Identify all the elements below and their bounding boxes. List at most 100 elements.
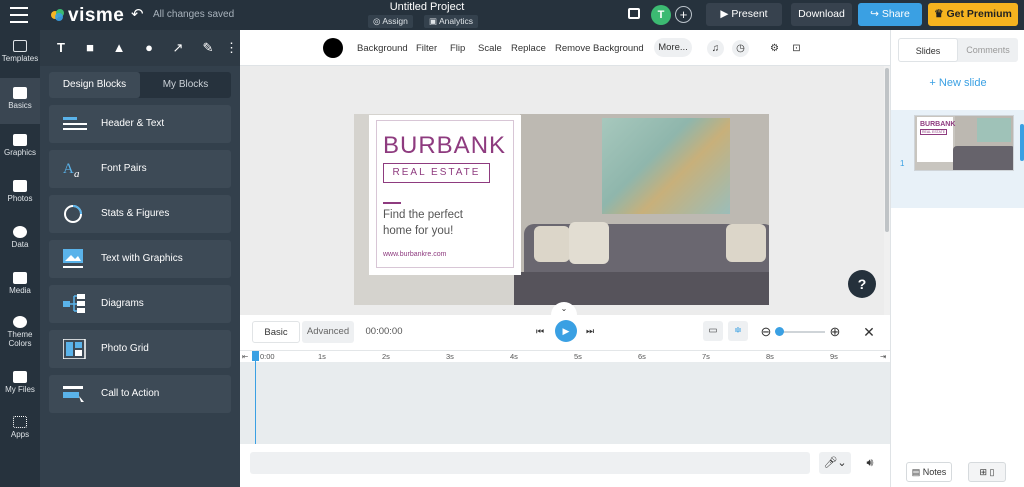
present-button[interactable]: ▶ Present [706, 3, 782, 26]
avatar[interactable]: T [651, 5, 671, 25]
slide-thumbnail-row[interactable]: BURBANK REAL ESTATE 1 [891, 110, 1024, 208]
timeline-ruler[interactable]: ⇤ 0:00 1s 2s 3s 4s 5s 6s 7s 8s 9s ⇥ [240, 350, 890, 362]
help-button[interactable]: ? [848, 270, 876, 298]
svg-text:a: a [74, 168, 80, 179]
tab-comments[interactable]: Comments [958, 38, 1018, 62]
block-font-pairs[interactable]: Aa Font Pairs [49, 150, 231, 188]
square-tool-icon[interactable]: ■ [83, 41, 97, 55]
nav-templates[interactable]: Templates [0, 40, 40, 78]
tick-label: 9s [830, 352, 838, 361]
flip-button[interactable]: Flip [450, 43, 465, 54]
remove-background-button[interactable]: Remove Background [555, 43, 644, 54]
view-toggle[interactable]: ⊞ ▯ [968, 462, 1006, 482]
stats-figures-icon [64, 205, 82, 223]
text-tool-icon[interactable]: T [54, 41, 68, 55]
slide-tagline[interactable]: Find the perfect home for you! [383, 207, 483, 239]
notes-button[interactable]: ▤ Notes [906, 462, 952, 482]
zoom-out-icon[interactable]: ⊖ [759, 321, 773, 343]
ruler-end-icon[interactable]: ⇥ [880, 352, 886, 361]
triangle-tool-icon[interactable]: ▲ [112, 41, 126, 55]
tick-label: 0:00 [260, 352, 275, 361]
slide-brand-title[interactable]: BURBANK [383, 132, 506, 160]
background-button[interactable]: Background [357, 43, 408, 54]
speaker-icon[interactable]: 🔊︎ [860, 453, 880, 473]
timer-icon[interactable]: ◷ [732, 40, 749, 57]
zoom-slider[interactable] [775, 327, 825, 336]
slide-url[interactable]: www.burbankre.com [383, 251, 446, 258]
share-button[interactable]: ↪ Share [858, 3, 922, 26]
filter-button[interactable]: Filter [416, 43, 437, 54]
close-timeline-icon[interactable]: ✕ [862, 321, 876, 343]
thumb-subtitle: REAL ESTATE [920, 129, 948, 135]
blocks-tabs: Design Blocks My Blocks [49, 72, 231, 98]
block-header-text[interactable]: Header & Text [49, 105, 231, 143]
skip-back-icon[interactable]: ⏮ [536, 326, 544, 337]
block-photo-grid[interactable]: Photo Grid [49, 330, 231, 368]
filter-settings-icon[interactable]: ≑ [728, 321, 748, 341]
slide-subtitle[interactable]: REAL ESTATE [383, 163, 490, 183]
scrollbar-thumb[interactable] [885, 68, 889, 232]
tick-label: 1s [318, 352, 326, 361]
settings-icon[interactable]: ⚙ [766, 40, 783, 57]
nav-theme-colors[interactable]: Theme Colors [0, 316, 40, 360]
tab-advanced[interactable]: Advanced [302, 321, 354, 343]
play-button[interactable]: ▶ [555, 320, 577, 342]
microphone-icon[interactable]: 🎤︎⌄ [819, 452, 851, 474]
more-button[interactable]: More... [654, 38, 692, 57]
new-slide-button[interactable]: + New slide [891, 77, 1024, 89]
nav-media[interactable]: Media [0, 272, 40, 308]
skip-forward-icon[interactable]: ⏭ [586, 326, 594, 337]
slide-divider [383, 202, 401, 204]
nav-data[interactable]: Data [0, 226, 40, 262]
nav-photos[interactable]: Photos [0, 180, 40, 216]
list-view-icon[interactable]: ▯ [990, 467, 995, 477]
theme-colors-icon [13, 316, 27, 328]
templates-icon [13, 40, 27, 52]
nav-basics[interactable]: Basics [0, 78, 40, 124]
block-stats-figures[interactable]: Stats & Figures [49, 195, 231, 233]
add-collaborator-icon[interactable]: + [675, 6, 692, 23]
pen-tool-icon[interactable]: ✎ [201, 41, 215, 55]
tab-design-blocks[interactable]: Design Blocks [49, 72, 140, 98]
color-picker[interactable] [323, 38, 343, 58]
circle-tool-icon[interactable]: ● [142, 41, 156, 55]
tab-basic[interactable]: Basic [252, 321, 300, 343]
block-text-with-graphics[interactable]: Text with Graphics [49, 240, 231, 278]
slides-tabs: Slides Comments [898, 38, 1018, 62]
assign-button[interactable]: ◎ Assign [368, 15, 413, 28]
ruler-start-icon[interactable]: ⇤ [242, 352, 248, 361]
nav-apps[interactable]: Apps [0, 416, 40, 452]
zoom-slider-handle[interactable] [775, 327, 784, 336]
scale-button[interactable]: Scale [478, 43, 502, 54]
block-call-to-action[interactable]: Call to Action [49, 375, 231, 413]
analytics-button[interactable]: ▣ Analytics [424, 15, 478, 28]
photo-pillow [534, 226, 570, 262]
block-diagrams[interactable]: Diagrams [49, 285, 231, 323]
get-premium-button[interactable]: ♛ Get Premium [928, 3, 1018, 26]
line-tool-icon[interactable]: ↗ [171, 41, 185, 55]
photo-sofa-seat [514, 272, 769, 305]
download-button[interactable]: Download [791, 3, 852, 26]
call-to-action-icon [63, 386, 84, 402]
my-files-icon [13, 371, 27, 383]
crop-icon[interactable]: ⊡ [788, 40, 805, 57]
nav-graphics[interactable]: Graphics [0, 134, 40, 170]
zoom-in-icon[interactable]: ⊕ [828, 321, 842, 343]
slides-scrollbar[interactable] [1020, 124, 1024, 161]
playhead-handle[interactable] [252, 351, 259, 361]
top-bar: visme ↶ All changes saved Untitled Proje… [0, 0, 1024, 30]
comment-icon[interactable] [628, 8, 640, 19]
slide-thumbnail[interactable]: BURBANK REAL ESTATE [914, 115, 1014, 171]
tab-my-blocks[interactable]: My Blocks [140, 72, 231, 98]
notes-input[interactable] [250, 452, 810, 474]
audio-icon[interactable]: ♫ [707, 40, 724, 57]
grid-view-icon[interactable]: ⊞ [979, 467, 987, 477]
tab-slides[interactable]: Slides [898, 38, 958, 62]
more-tools-icon[interactable]: ⋮ [225, 41, 238, 55]
nav-my-files[interactable]: My Files [0, 371, 40, 407]
timeline-track[interactable] [240, 362, 890, 444]
replace-button[interactable]: Replace [511, 43, 546, 54]
design-blocks-panel: T ■ ▲ ● ↗ ✎ ⋮ Design Blocks My Blocks He… [40, 30, 240, 487]
photo-grid-icon [63, 339, 86, 359]
screen-view-icon[interactable]: ▭ [703, 321, 723, 341]
